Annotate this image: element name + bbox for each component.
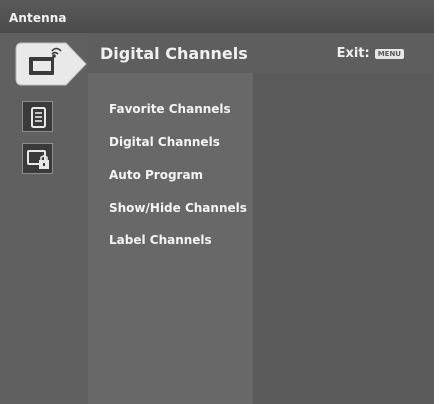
page-title: Digital Channels xyxy=(100,44,248,63)
sidebar-item-lock[interactable] xyxy=(22,143,53,174)
menu-item-favorite-channels[interactable]: Favorite Channels xyxy=(109,102,231,116)
sidebar-item-channel-list[interactable] xyxy=(22,101,53,132)
exit-hint: Exit: MENU xyxy=(337,46,404,61)
exit-label: Exit: xyxy=(336,46,370,61)
menu-item-digital-channels[interactable]: Digital Channels xyxy=(109,135,220,149)
menu-item-show-hide-channels[interactable]: Show/Hide Channels xyxy=(109,201,247,215)
menu-key-badge: MENU xyxy=(374,48,404,59)
lock-screen-icon xyxy=(27,150,49,169)
title-bar: Antenna xyxy=(0,0,434,33)
tv-menu-screen: Antenna Digital Channels Exit: MENU Favo… xyxy=(0,0,434,404)
left-icon-rail xyxy=(0,33,88,404)
menu-panel xyxy=(88,33,253,404)
active-selector-shape xyxy=(15,42,87,86)
submenu-panel xyxy=(253,33,434,404)
title-bar-text: Antenna xyxy=(9,11,67,25)
menu-item-auto-program[interactable]: Auto Program xyxy=(109,168,203,182)
sidebar-item-antenna[interactable] xyxy=(14,41,88,87)
channel-list-icon xyxy=(31,107,46,128)
menu-item-label-channels[interactable]: Label Channels xyxy=(109,233,212,247)
